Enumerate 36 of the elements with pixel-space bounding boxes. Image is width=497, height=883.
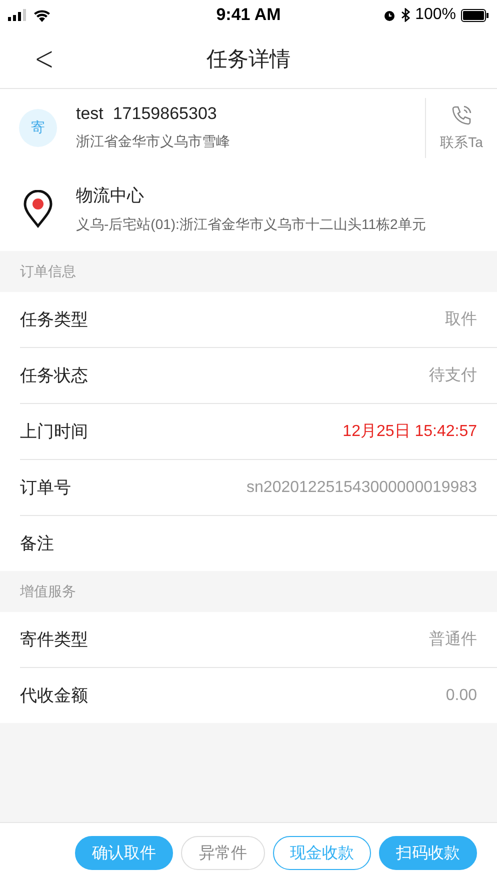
- field-label: 任务状态: [20, 365, 88, 387]
- sender-address: 浙江省金华市义乌市雪峰: [76, 133, 231, 151]
- battery-icon: [461, 8, 489, 22]
- status-time: 9:41 AM: [216, 5, 281, 25]
- action-button[interactable]: 确认取件: [75, 836, 173, 870]
- field-label: 订单号: [20, 477, 71, 499]
- field-label: 代收金额: [20, 685, 88, 707]
- destination-name: 物流中心: [76, 184, 145, 206]
- field-value: 取件: [445, 310, 477, 330]
- field-value: sn202012251543000000019983: [246, 478, 477, 496]
- section-title: 订单信息: [20, 262, 76, 280]
- sender-badge: 寄: [19, 108, 57, 146]
- battery-percent: 100%: [415, 6, 456, 24]
- page-title: 任务详情: [206, 47, 290, 73]
- field-value: 普通件: [429, 629, 477, 650]
- section-title: 增值服务: [20, 582, 76, 600]
- destination-address: 义乌-后宅站(01):浙江省金华市义乌市十二山头11栋2单元: [76, 216, 427, 234]
- alarm-icon: [383, 8, 396, 22]
- action-button[interactable]: 扫码收款: [379, 836, 477, 870]
- location-pin-icon: [23, 190, 53, 228]
- wifi-icon: [33, 8, 51, 22]
- signal-icon: [8, 9, 28, 21]
- bluetooth-icon: [401, 8, 410, 22]
- field-label: 备注: [20, 533, 54, 555]
- field-value: 12月25日 15:42:57: [342, 422, 477, 442]
- action-button[interactable]: 现金收款: [273, 836, 371, 870]
- back-button[interactable]: <: [30, 42, 58, 76]
- field-value: 0.00: [446, 686, 477, 704]
- sender-name-phone: test 17159865303: [76, 104, 218, 124]
- field-label: 上门时间: [20, 421, 88, 443]
- phone-icon: [450, 104, 474, 128]
- field-label: 寄件类型: [20, 629, 88, 651]
- contact-button[interactable]: 联系Ta: [425, 98, 497, 158]
- field-label: 任务类型: [20, 309, 88, 331]
- field-value: 待支付: [429, 366, 477, 386]
- action-button[interactable]: 异常件: [181, 836, 265, 870]
